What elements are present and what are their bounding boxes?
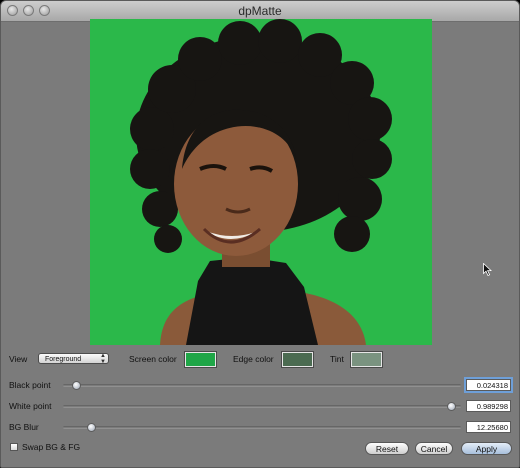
reset-button[interactable]: Reset: [365, 442, 409, 455]
black-point-knob[interactable]: [72, 381, 81, 390]
tint-label: Tint: [330, 354, 344, 364]
swap-bg-fg-checkbox[interactable]: [10, 443, 18, 451]
swap-bg-fg-label: Swap BG & FG: [22, 442, 81, 452]
portrait-illustration: [90, 19, 432, 345]
view-label: View: [9, 354, 28, 364]
black-point-field[interactable]: 0.024318: [464, 377, 513, 393]
cancel-button[interactable]: Cancel: [415, 442, 453, 455]
white-point-field[interactable]: 0.989298: [466, 400, 511, 412]
bg-blur-knob[interactable]: [87, 423, 96, 432]
mouse-cursor-icon: [483, 263, 492, 276]
tint-color-well[interactable]: [350, 351, 383, 368]
screen-color-label: Screen color: [129, 354, 177, 364]
panel: View Foreground ▲ ▼ Screen color Edge col…: [1, 19, 519, 467]
apply-button[interactable]: Apply: [461, 442, 512, 455]
white-point-track[interactable]: [63, 405, 461, 408]
view-popup[interactable]: Foreground ▲ ▼: [38, 353, 109, 365]
edge-color-well[interactable]: [281, 351, 314, 368]
black-point-label: Black point: [9, 380, 51, 390]
window-title: dpMatte: [238, 4, 282, 18]
bg-blur-label: BG Blur: [9, 422, 39, 432]
black-point-track[interactable]: [63, 384, 461, 387]
bg-blur-field[interactable]: 12.25680: [466, 421, 511, 433]
screen-color-well[interactable]: [184, 351, 217, 368]
up-down-arrows-icon: ▲ ▼: [100, 353, 106, 365]
view-popup-value: Foreground: [45, 356, 82, 363]
bg-blur-track[interactable]: [63, 426, 461, 429]
white-point-label: White point: [9, 401, 52, 411]
preview-image: [90, 19, 432, 345]
dpmatte-window: dpMatte View Foreground ▲ ▼ Screen color…: [0, 0, 520, 468]
edge-color-label: Edge color: [233, 354, 274, 364]
white-point-knob[interactable]: [447, 402, 456, 411]
